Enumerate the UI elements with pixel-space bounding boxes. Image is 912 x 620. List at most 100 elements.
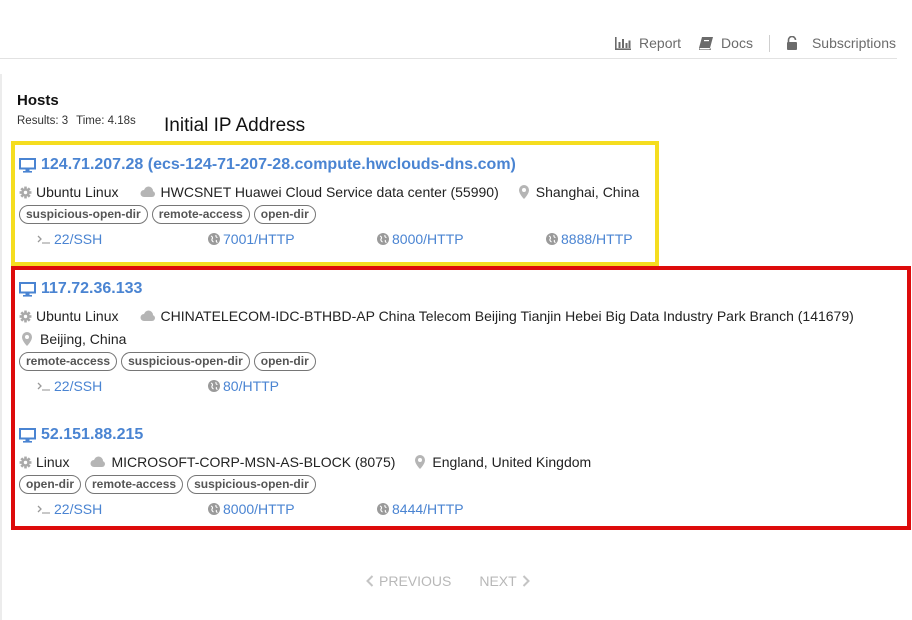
- host-title: 124.71.207.28 (ecs-124-71-207-28.compute…: [41, 156, 516, 173]
- port-label: 8000/HTTP: [392, 231, 464, 247]
- tag[interactable]: open-dir: [253, 205, 316, 224]
- host-title-link[interactable]: 117.72.36.133: [19, 279, 874, 299]
- desktop-icon: [19, 157, 36, 173]
- top-nav: Report Docs Subscriptions: [615, 34, 896, 52]
- port-label: 80/HTTP: [223, 378, 280, 394]
- tag[interactable]: remote-access: [19, 352, 118, 371]
- host-title-link[interactable]: 124.71.207.28 (ecs-124-71-207-28.compute…: [19, 155, 659, 175]
- port-link[interactable]: 22/SSH: [37, 501, 102, 517]
- tag-list: open-dir remote-access suspicious-open-d…: [19, 475, 611, 494]
- tag[interactable]: open-dir: [253, 352, 316, 371]
- location-label: Beijing, China: [40, 331, 127, 347]
- header-divider: [0, 58, 897, 59]
- docs-link[interactable]: Docs: [699, 35, 753, 51]
- network-label: HWCSNET Huawei Cloud Service data center…: [160, 184, 499, 200]
- cloud-icon: [140, 310, 155, 321]
- tag-list: suspicious-open-dir remote-access open-d…: [19, 205, 659, 224]
- pagination: PREVIOUS NEXT: [366, 573, 530, 589]
- globe-icon: [546, 233, 558, 245]
- docs-label: Docs: [721, 35, 753, 51]
- network-info: CHINATELECOM-IDC-BTHBD-AP China Telecom …: [139, 308, 854, 324]
- page-title: Hosts: [17, 92, 59, 109]
- terminal-icon: [37, 235, 50, 244]
- port-label: 8444/HTTP: [392, 501, 464, 517]
- previous-button[interactable]: PREVIOUS: [366, 573, 451, 589]
- subscriptions-link[interactable]: Subscriptions: [786, 35, 896, 51]
- globe-icon: [377, 503, 389, 515]
- port-link[interactable]: 80/HTTP: [208, 378, 279, 394]
- network-label: CHINATELECOM-IDC-BTHBD-AP China Telecom …: [160, 308, 854, 324]
- port-label: 8888/HTTP: [561, 231, 633, 247]
- port-list: 22/SSH 80/HTTP: [19, 378, 874, 398]
- globe-icon: [208, 503, 220, 515]
- os-info: Ubuntu Linux: [19, 308, 119, 324]
- host-meta: Ubuntu Linux HWCSNET Huawei Cloud Servic…: [19, 182, 659, 202]
- network-label: MICROSOFT-CORP-MSN-AS-BLOCK (8075): [111, 454, 396, 470]
- results-count: Results: 3: [17, 115, 69, 127]
- host-meta: Ubuntu Linux CHINATELECOM-IDC-BTHBD-AP C…: [19, 306, 874, 326]
- port-list: 22/SSH 7001/HTTP 8000/HTTP 8888/HTTP: [19, 231, 659, 251]
- globe-icon: [208, 380, 220, 392]
- host-card: 124.71.207.28 (ecs-124-71-207-28.compute…: [19, 155, 659, 251]
- next-label: NEXT: [479, 573, 517, 589]
- port-link[interactable]: 8000/HTTP: [377, 231, 464, 247]
- next-button[interactable]: NEXT: [479, 573, 530, 589]
- tag[interactable]: open-dir: [19, 475, 81, 494]
- location-label: England, United Kingdom: [432, 454, 592, 470]
- tag[interactable]: suspicious-open-dir: [187, 475, 316, 494]
- map-pin-icon: [22, 332, 32, 346]
- report-link[interactable]: Report: [615, 35, 681, 51]
- book-icon: [699, 36, 714, 50]
- lock-icon: [786, 36, 797, 50]
- map-pin-icon: [415, 455, 426, 469]
- port-link[interactable]: 22/SSH: [37, 231, 102, 247]
- network-info: HWCSNET Huawei Cloud Service data center…: [139, 184, 499, 200]
- subscriptions-label: Subscriptions: [811, 35, 896, 51]
- port-link[interactable]: 8888/HTTP: [546, 231, 633, 247]
- desktop-icon: [19, 427, 36, 443]
- location-info: Shanghai, China: [518, 184, 640, 200]
- gear-icon: [19, 456, 32, 468]
- cloud-icon: [90, 456, 106, 467]
- chevron-right-icon: [522, 575, 530, 587]
- port-link[interactable]: 7001/HTTP: [208, 231, 295, 247]
- gear-icon: [19, 186, 32, 198]
- os-label: Linux: [36, 454, 70, 470]
- bar-chart-icon: [615, 36, 632, 50]
- port-label: 22/SSH: [54, 501, 103, 517]
- port-label: 22/SSH: [54, 231, 103, 247]
- network-info: MICROSOFT-CORP-MSN-AS-BLOCK (8075): [89, 454, 395, 470]
- results-meta: Results: 3 Time: 4.18s: [17, 115, 136, 127]
- location-info: Beijing, China: [19, 329, 874, 349]
- port-list: 22/SSH 8000/HTTP 8444/HTTP: [19, 501, 611, 521]
- tag-list: remote-access suspicious-open-dir open-d…: [19, 352, 874, 371]
- tag[interactable]: suspicious-open-dir: [19, 205, 148, 224]
- tag[interactable]: remote-access: [85, 475, 184, 494]
- port-link[interactable]: 22/SSH: [37, 378, 102, 394]
- report-label: Report: [639, 35, 682, 51]
- os-info: Ubuntu Linux: [19, 184, 119, 200]
- map-pin-icon: [518, 185, 529, 199]
- port-label: 8000/HTTP: [223, 501, 295, 517]
- tag[interactable]: remote-access: [151, 205, 250, 224]
- annotation-label: Initial IP Address: [164, 115, 306, 136]
- os-label: Ubuntu Linux: [36, 184, 119, 200]
- globe-icon: [208, 233, 220, 245]
- host-title: 117.72.36.133: [41, 280, 143, 297]
- port-label: 22/SSH: [54, 378, 103, 394]
- host-card: 52.151.88.215 Linux MICROSOFT-CORP-MSN-A…: [19, 425, 611, 521]
- chevron-left-icon: [366, 575, 374, 587]
- host-meta: Linux MICROSOFT-CORP-MSN-AS-BLOCK (8075)…: [19, 452, 611, 472]
- host-title: 52.151.88.215: [41, 426, 144, 443]
- port-link[interactable]: 8444/HTTP: [377, 501, 464, 517]
- terminal-icon: [37, 382, 50, 391]
- previous-label: PREVIOUS: [379, 573, 452, 589]
- tag[interactable]: suspicious-open-dir: [121, 352, 250, 371]
- host-title-link[interactable]: 52.151.88.215: [19, 425, 611, 445]
- globe-icon: [377, 233, 389, 245]
- content-left-border: [0, 74, 2, 620]
- desktop-icon: [19, 281, 36, 297]
- location-label: Shanghai, China: [535, 184, 640, 200]
- port-link[interactable]: 8000/HTTP: [208, 501, 295, 517]
- port-label: 7001/HTTP: [223, 231, 295, 247]
